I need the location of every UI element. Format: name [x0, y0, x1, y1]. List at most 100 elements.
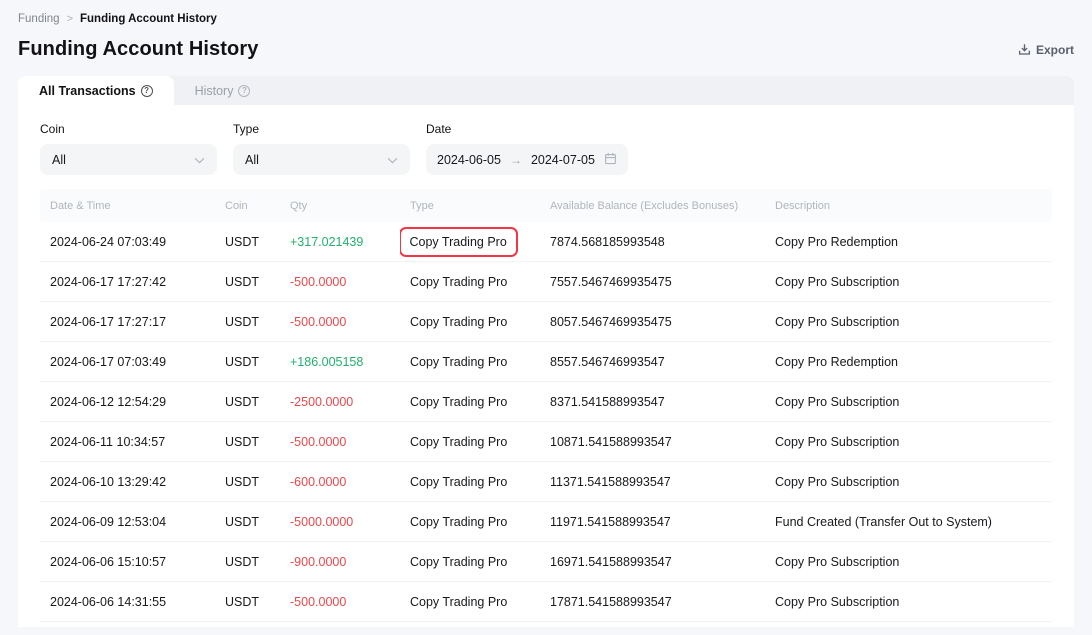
cell-balance: 8557.546746993547 [540, 355, 765, 369]
help-icon[interactable] [141, 85, 153, 97]
table-row: 2024-06-17 17:27:42 USDT -500.0000 Copy … [40, 262, 1052, 302]
table-body: 2024-06-24 07:03:49 USDT +317.021439 Cop… [40, 222, 1052, 622]
chevron-down-icon [387, 153, 398, 167]
cell-description: Copy Pro Subscription [765, 595, 1052, 609]
coin-select[interactable]: All [40, 144, 217, 175]
col-header-coin: Coin [215, 200, 280, 212]
type-value: Copy Trading Pro [410, 595, 507, 609]
date-range-picker[interactable]: 2024-06-05 → 2024-07-05 [426, 144, 628, 175]
cell-type: Copy Trading Pro [400, 315, 540, 329]
cell-type: Copy Trading Pro [400, 355, 540, 369]
table-row: 2024-06-06 15:10:57 USDT -900.0000 Copy … [40, 542, 1052, 582]
cell-qty: -2500.0000 [280, 395, 400, 409]
type-value: Copy Trading Pro [410, 315, 507, 329]
cell-datetime: 2024-06-17 07:03:49 [40, 355, 215, 369]
coin-filter: Coin All [40, 122, 217, 175]
transactions-table: Date & Time Coin Qty Type Available Bala… [40, 189, 1052, 622]
cell-coin: USDT [215, 315, 280, 329]
cell-description: Copy Pro Redemption [765, 235, 1052, 249]
export-label: Export [1036, 43, 1074, 57]
cell-coin: USDT [215, 475, 280, 489]
cell-type: Copy Trading Pro [400, 475, 540, 489]
cell-datetime: 2024-06-24 07:03:49 [40, 235, 215, 249]
type-filter-label: Type [233, 122, 410, 136]
cell-coin: USDT [215, 555, 280, 569]
cell-coin: USDT [215, 515, 280, 529]
cell-description: Copy Pro Subscription [765, 475, 1052, 489]
cell-balance: 16971.541588993547 [540, 555, 765, 569]
title-row: Funding Account History Export [18, 38, 1074, 61]
type-value: Copy Trading Pro [410, 435, 507, 449]
breadcrumb-link-funding[interactable]: Funding [18, 13, 60, 25]
type-value: Copy Trading Pro [410, 395, 507, 409]
cell-balance: 11371.541588993547 [540, 475, 765, 489]
type-value: Copy Trading Pro [410, 555, 507, 569]
tab-bar: All Transactions History [18, 76, 1074, 105]
cell-datetime: 2024-06-12 12:54:29 [40, 395, 215, 409]
type-filter: Type All [233, 122, 410, 175]
date-filter: Date 2024-06-05 → 2024-07-05 [426, 122, 628, 175]
help-icon[interactable] [238, 85, 250, 97]
type-value: Copy Trading Pro [410, 515, 507, 529]
type-value: Copy Trading Pro [410, 355, 507, 369]
table-header: Date & Time Coin Qty Type Available Bala… [40, 189, 1052, 222]
table-row: 2024-06-17 17:27:17 USDT -500.0000 Copy … [40, 302, 1052, 342]
filters: Coin All Type All Date [40, 122, 1052, 175]
coin-select-value: All [52, 153, 66, 167]
cell-coin: USDT [215, 355, 280, 369]
cell-qty: -500.0000 [280, 275, 400, 289]
col-header-description: Description [765, 200, 1052, 212]
cell-type: Copy Trading Pro [400, 515, 540, 529]
page-title: Funding Account History [18, 38, 258, 61]
col-header-balance: Available Balance (Excludes Bonuses) [540, 200, 765, 212]
date-end-value: 2024-07-05 [531, 153, 595, 167]
table-row: 2024-06-12 12:54:29 USDT -2500.0000 Copy… [40, 382, 1052, 422]
cell-type: Copy Trading Pro [400, 275, 540, 289]
cell-type: Copy Trading Pro [400, 227, 540, 257]
cell-datetime: 2024-06-10 13:29:42 [40, 475, 215, 489]
calendar-icon [604, 152, 617, 168]
chevron-down-icon [194, 153, 205, 167]
tab-all-transactions-label: All Transactions [39, 84, 136, 98]
tab-all-transactions[interactable]: All Transactions [18, 76, 174, 105]
cell-qty: +186.005158 [280, 355, 400, 369]
type-select[interactable]: All [233, 144, 410, 175]
export-button[interactable]: Export [1018, 43, 1074, 57]
cell-qty: -500.0000 [280, 315, 400, 329]
cell-type: Copy Trading Pro [400, 595, 540, 609]
cell-balance: 17871.541588993547 [540, 595, 765, 609]
table-row: 2024-06-10 13:29:42 USDT -600.0000 Copy … [40, 462, 1052, 502]
type-select-value: All [245, 153, 259, 167]
type-value-highlight-box: Copy Trading Pro [400, 227, 518, 257]
cell-description: Copy Pro Subscription [765, 555, 1052, 569]
cell-balance: 7557.5467469935475 [540, 275, 765, 289]
type-value: Copy Trading Pro [410, 275, 507, 289]
cell-qty: -5000.0000 [280, 515, 400, 529]
coin-filter-label: Coin [40, 122, 217, 136]
chevron-right-icon: > [67, 13, 73, 25]
cell-balance: 7874.568185993548 [540, 235, 765, 249]
cell-description: Copy Pro Subscription [765, 315, 1052, 329]
col-header-qty: Qty [280, 200, 400, 212]
content-card: Coin All Type All Date [18, 105, 1074, 627]
cell-coin: USDT [215, 595, 280, 609]
cell-coin: USDT [215, 275, 280, 289]
cell-qty: -600.0000 [280, 475, 400, 489]
cell-description: Copy Pro Redemption [765, 355, 1052, 369]
tab-history-label: History [195, 84, 234, 98]
table-row: 2024-06-06 14:31:55 USDT -500.0000 Copy … [40, 582, 1052, 622]
cell-qty: -900.0000 [280, 555, 400, 569]
tab-history[interactable]: History [174, 76, 272, 105]
cell-datetime: 2024-06-11 10:34:57 [40, 435, 215, 449]
arrow-right-icon: → [510, 153, 522, 167]
cell-balance: 8371.541588993547 [540, 395, 765, 409]
cell-type: Copy Trading Pro [400, 395, 540, 409]
cell-description: Fund Created (Transfer Out to System) [765, 515, 1052, 529]
export-icon [1018, 43, 1031, 56]
cell-datetime: 2024-06-17 17:27:17 [40, 315, 215, 329]
table-row: 2024-06-17 07:03:49 USDT +186.005158 Cop… [40, 342, 1052, 382]
table-row: 2024-06-09 12:53:04 USDT -5000.0000 Copy… [40, 502, 1052, 542]
cell-qty: -500.0000 [280, 595, 400, 609]
breadcrumb: Funding > Funding Account History [18, 0, 1074, 25]
cell-datetime: 2024-06-09 12:53:04 [40, 515, 215, 529]
